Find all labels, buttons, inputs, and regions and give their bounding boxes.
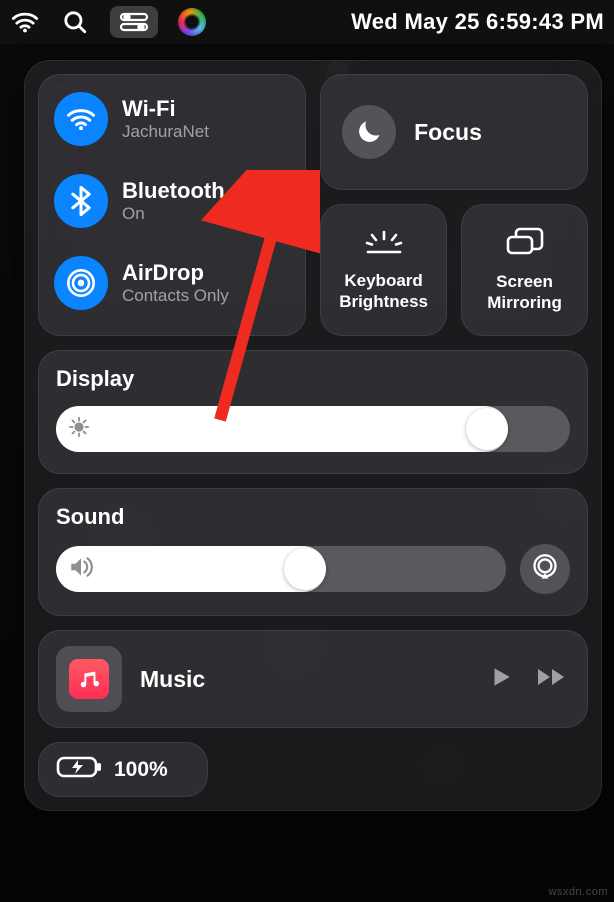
wifi-title: Wi-Fi	[122, 96, 209, 122]
airdrop-subtitle: Contacts Only	[122, 286, 229, 306]
battery-label: 100%	[114, 758, 168, 782]
display-section: Display	[38, 350, 588, 474]
spotlight-icon[interactable]	[60, 7, 90, 37]
brightness-icon	[68, 416, 90, 443]
airdrop-toggle[interactable]: AirDrop Contacts Only	[54, 256, 290, 310]
airdrop-icon	[54, 256, 108, 310]
airplay-audio-icon	[531, 553, 559, 586]
screen-mirroring-label: Screen Mirroring	[461, 272, 588, 313]
wifi-toggle[interactable]: Wi-Fi JachuraNet	[54, 92, 290, 146]
control-center-menubar-icon[interactable]	[110, 6, 158, 38]
sound-volume-slider[interactable]	[56, 546, 506, 592]
battery-card[interactable]: 100%	[38, 742, 208, 797]
connectivity-card: Wi-Fi JachuraNet Bluetooth On	[38, 74, 306, 336]
battery-charging-icon	[56, 754, 102, 785]
play-icon[interactable]	[488, 664, 514, 695]
focus-title: Focus	[414, 119, 482, 146]
keyboard-brightness-button[interactable]: Keyboard Brightness	[320, 204, 447, 336]
sound-section: Sound	[38, 488, 588, 616]
moon-icon	[342, 105, 396, 159]
speaker-icon	[68, 556, 94, 583]
control-center-panel: Wi-Fi JachuraNet Bluetooth On	[24, 60, 602, 811]
wifi-subtitle: JachuraNet	[122, 122, 209, 142]
now-playing-card[interactable]: Music	[38, 630, 588, 728]
bluetooth-icon	[54, 174, 108, 228]
music-app-icon	[69, 659, 109, 699]
display-title: Display	[56, 366, 570, 392]
watermark: wsxdn.com	[548, 886, 608, 898]
menubar-clock[interactable]: Wed May 25 6:59:43 PM	[351, 9, 604, 35]
keyboard-brightness-label: Keyboard Brightness	[320, 271, 447, 312]
siri-icon[interactable]	[178, 8, 206, 36]
sound-title: Sound	[56, 504, 570, 530]
next-track-icon[interactable]	[536, 665, 570, 694]
album-art	[56, 646, 122, 712]
bluetooth-disclosure-icon[interactable]	[278, 194, 294, 223]
airdrop-title: AirDrop	[122, 260, 229, 286]
focus-button[interactable]: Focus	[320, 74, 588, 190]
screen-mirroring-icon	[504, 227, 546, 262]
display-brightness-slider[interactable]	[56, 406, 570, 452]
bluetooth-subtitle: On	[122, 204, 225, 224]
audio-output-button[interactable]	[520, 544, 570, 594]
wifi-menubar-icon[interactable]	[10, 7, 40, 37]
bluetooth-toggle[interactable]: Bluetooth On	[54, 174, 290, 228]
media-title: Music	[140, 666, 205, 693]
bluetooth-title: Bluetooth	[122, 178, 225, 204]
wifi-icon	[54, 92, 108, 146]
keyboard-brightness-icon	[364, 228, 404, 261]
menubar: Wed May 25 6:59:43 PM	[0, 0, 614, 44]
screen-mirroring-button[interactable]: Screen Mirroring	[461, 204, 588, 336]
